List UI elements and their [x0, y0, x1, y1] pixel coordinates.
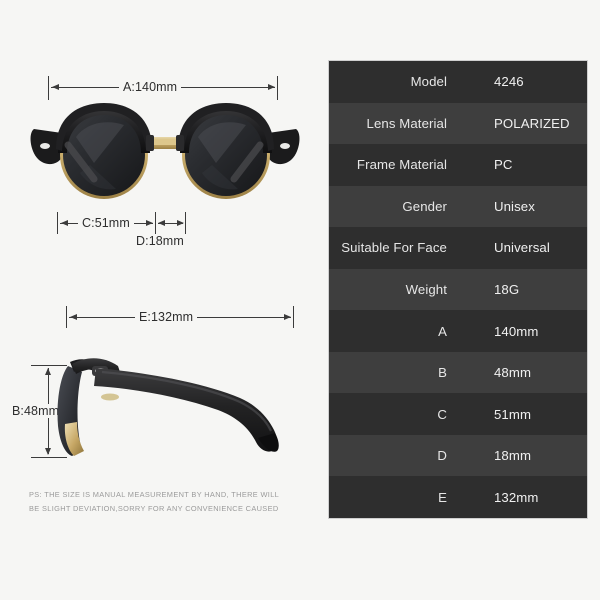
spec-value: 48mm: [494, 365, 532, 381]
spec-row: Model 4246: [329, 61, 587, 103]
spec-label: C: [437, 406, 447, 422]
spec-value: 18G: [494, 282, 520, 297]
sunglasses-side-view: [57, 358, 279, 456]
specification-table: Model 4246 Lens Material POLARIZED Frame Mat…: [328, 60, 588, 519]
spec-label: Lens Material: [366, 115, 447, 131]
spec-label: Weight: [405, 282, 447, 297]
spec-value: 51mm: [494, 406, 532, 422]
spec-label: A: [438, 323, 447, 339]
dimension-c-arrow-right: [146, 220, 153, 226]
dimension-b-arrow-up: [45, 368, 51, 375]
dimension-a-label: A:140mm: [119, 80, 182, 94]
dimension-e-arrow-right: [284, 314, 291, 320]
spec-label: Suitable For Face: [341, 240, 447, 256]
measurement-disclaimer: PS: THE SIZE IS MANUAL MEASUREMENT BY HA…: [29, 488, 309, 516]
dimension-e-cap-left: [66, 306, 67, 328]
spec-row: E 132mm: [329, 476, 587, 518]
spec-label: E: [438, 489, 447, 505]
dimension-c-cap-right: [155, 212, 156, 234]
spec-row: Gender Unisex: [329, 185, 587, 228]
spec-value: 132mm: [494, 489, 539, 505]
spec-row: Weight 18G: [329, 268, 587, 311]
dimension-a-cap-right: [277, 76, 278, 100]
dimension-e-cap-right: [293, 306, 294, 328]
spec-value: Universal: [494, 240, 550, 256]
spec-label: Gender: [402, 198, 447, 214]
spec-row: A 140mm: [329, 310, 587, 352]
dimension-a-arrow-right: [268, 84, 275, 90]
spec-value: 18mm: [494, 448, 532, 464]
spec-value: PC: [494, 157, 513, 173]
spec-label: B: [438, 365, 447, 381]
spec-value: Unisex: [494, 198, 535, 214]
dimension-c-cap-left: [57, 212, 58, 234]
spec-label: Frame Material: [356, 157, 447, 173]
spec-row: D 18mm: [329, 434, 587, 477]
sunglasses-front-view: [30, 103, 300, 199]
spec-value: 4246: [494, 74, 524, 90]
dimension-a-arrow-left: [52, 84, 59, 90]
disclaimer-line-2: BE SLIGHT DEVIATION,SORRY FOR ANY CONVEN…: [29, 504, 279, 513]
spec-row: Suitable For Face Universal: [329, 227, 587, 269]
dimension-c-arrow-left: [61, 220, 68, 226]
dimension-d-arrow-right: [177, 220, 184, 226]
diagram-panel: A:140mm C:51mm D:18mm E:132mm B:48mm PS:…: [0, 0, 322, 600]
disclaimer-line-1: PS: THE SIZE IS MANUAL MEASUREMENT BY HA…: [29, 490, 280, 499]
dimension-e-label: E:132mm: [135, 310, 198, 324]
spec-row: C 51mm: [329, 393, 587, 435]
dimension-a-cap-left: [48, 76, 49, 100]
dimension-d-arrow-left: [158, 220, 165, 226]
spec-value: POLARIZED: [494, 115, 570, 131]
spec-row: Frame Material PC: [329, 144, 587, 186]
dimension-b-arrow-down: [45, 448, 51, 455]
spec-label: D: [437, 448, 447, 464]
dimension-c-label: C:51mm: [78, 216, 134, 230]
spec-row: Lens Material POLARIZED: [329, 102, 587, 145]
dimension-e-arrow-left: [70, 314, 77, 320]
spec-row: B 48mm: [329, 351, 587, 394]
size-chart-page: A:140mm C:51mm D:18mm E:132mm B:48mm PS:…: [0, 0, 600, 600]
dimension-d-cap-right: [185, 212, 186, 234]
spec-value: 140mm: [494, 323, 539, 339]
dimension-d-label: D:18mm: [132, 234, 188, 248]
spec-label: Model: [410, 74, 447, 90]
